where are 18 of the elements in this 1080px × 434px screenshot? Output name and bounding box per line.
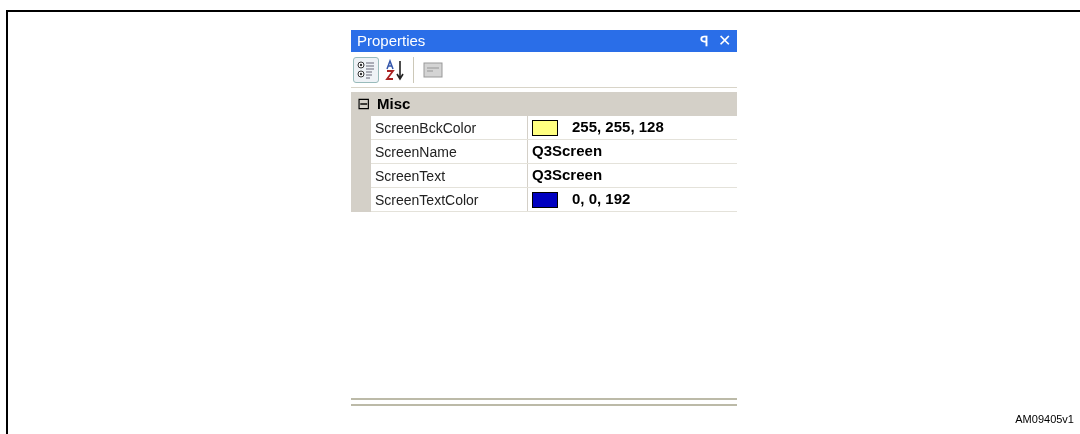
property-value[interactable]: 0, 0, 192 bbox=[572, 188, 631, 211]
property-name[interactable]: ScreenName bbox=[371, 140, 528, 163]
categorized-list-icon bbox=[356, 59, 376, 80]
figure-id: AM09405v1 bbox=[1015, 412, 1074, 427]
property-value[interactable]: 255, 255, 128 bbox=[572, 116, 664, 139]
pin-button[interactable]: ꟼ bbox=[700, 34, 708, 48]
toolbar-button[interactable] bbox=[353, 56, 379, 83]
property-name[interactable]: ScreenText bbox=[371, 164, 528, 187]
property-name[interactable]: ScreenTextColor bbox=[371, 188, 528, 211]
category-label: Misc bbox=[377, 93, 411, 114]
property-value[interactable]: Q3Screen bbox=[532, 164, 603, 187]
property-name[interactable]: ScreenBckColor bbox=[371, 116, 528, 139]
close-button[interactable]: ✕ bbox=[718, 33, 731, 49]
sort-alphabetical-icon bbox=[385, 58, 407, 81]
property-value[interactable]: Q3Screen bbox=[532, 140, 603, 163]
collapse-toggle[interactable]: ⊟ bbox=[353, 96, 373, 112]
panel-title: Properties bbox=[357, 30, 427, 51]
property-pages-icon bbox=[423, 60, 443, 79]
